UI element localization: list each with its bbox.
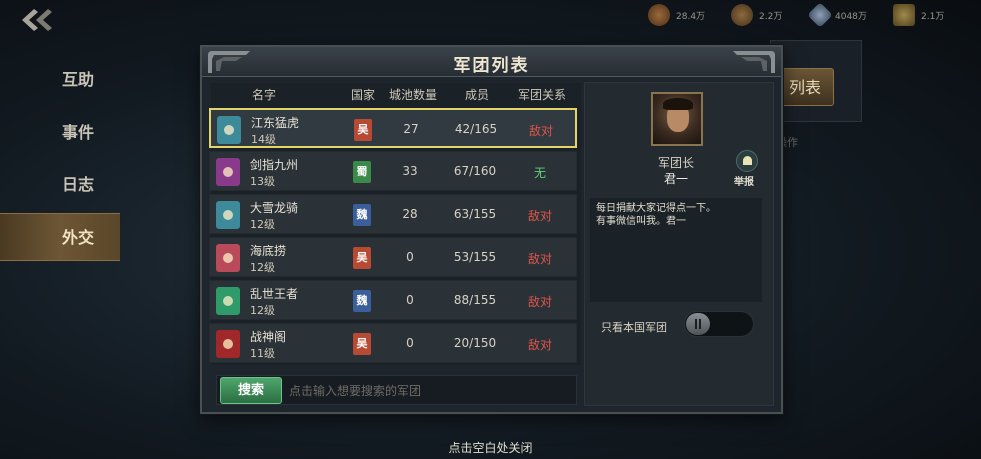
legion-relation: 敌对: [527, 295, 552, 309]
column-header-nation: 国家: [351, 88, 376, 102]
leader-name: 君一: [663, 172, 688, 186]
column-header-cities: 城池数量: [389, 88, 438, 102]
member-count: 42/165: [454, 122, 498, 136]
nation-flag-icon: 吴: [353, 247, 371, 269]
nav-item-log[interactable]: 日志: [0, 161, 120, 209]
table-row[interactable]: 战神阁 11级 吴 0 20/150 敌对: [209, 323, 577, 363]
member-count: 67/160: [453, 164, 497, 178]
resource-grain: 2.2万: [731, 3, 782, 27]
legion-name: 江东猛虎: [251, 116, 300, 130]
legion-emblem-icon: [216, 287, 240, 315]
resource-value: 28.4万: [676, 11, 706, 22]
notice-line: 每日捐献大家记得点一下。: [596, 203, 716, 214]
table-row[interactable]: 剑指九州 13级 蜀 33 67/160 无: [209, 151, 577, 191]
nation-flag-icon: 魏: [353, 290, 371, 312]
legion-level: 12级: [250, 261, 275, 274]
report-icon[interactable]: [736, 150, 758, 172]
legion-name: 战神阁: [250, 330, 287, 344]
resource-gold: 2.1万: [893, 3, 944, 27]
city-count: 0: [406, 250, 414, 264]
nation-flag-icon: 魏: [353, 204, 371, 226]
legion-emblem-icon: [216, 201, 240, 229]
legion-level: 12级: [250, 218, 275, 231]
city-count: 0: [406, 336, 414, 350]
nav-item-diplomacy[interactable]: 外交: [0, 213, 120, 261]
legion-notice: 每日捐献大家记得点一下。 有事微信叫我。君一: [590, 198, 762, 302]
legion-name: 海底捞: [250, 244, 287, 258]
legion-name: 大雪龙骑: [250, 201, 299, 215]
resource-value: 4048万: [835, 11, 867, 22]
table-row[interactable]: 海底捞 12级 吴 0 53/155 敌对: [209, 237, 577, 277]
legion-name: 剑指九州: [250, 158, 299, 172]
city-count: 33: [402, 164, 418, 178]
legion-emblem-icon: [216, 244, 240, 272]
nav-item-mutual-aid[interactable]: 互助: [0, 56, 120, 104]
resource-value: 2.1万: [921, 11, 945, 22]
member-count: 20/150: [453, 336, 497, 350]
close-hint[interactable]: 点击空白处关闭: [0, 439, 981, 456]
legion-level: 12级: [250, 304, 275, 317]
legion-level: 14级: [251, 133, 276, 146]
legion-emblem-icon: [217, 116, 241, 144]
table-row[interactable]: 江东猛虎 14级 吴 27 42/165 敌对: [209, 108, 577, 148]
table-row[interactable]: 乱世王者 12级 魏 0 88/155 敌对: [209, 280, 577, 320]
member-count: 63/155: [453, 207, 497, 221]
city-count: 27: [403, 122, 419, 136]
own-nation-filter-label: 只看本国军团: [601, 321, 667, 334]
modal-title: 军团列表: [453, 56, 530, 76]
column-header-relation: 军团关系: [518, 88, 567, 102]
table-row[interactable]: 大雪龙骑 12级 魏 28 63/155 敌对: [209, 194, 577, 234]
resource-crystal: 4048万: [807, 2, 867, 28]
grain-icon: [731, 4, 753, 26]
legion-level: 11级: [250, 347, 275, 360]
city-count: 28: [402, 207, 418, 221]
search-input[interactable]: [289, 381, 569, 401]
copper-icon: [648, 4, 670, 26]
nation-flag-icon: 吴: [354, 119, 372, 141]
resource-value: 2.2万: [759, 11, 783, 22]
city-count: 0: [406, 293, 414, 307]
back-arrow-icon[interactable]: [18, 6, 56, 34]
member-count: 88/155: [453, 293, 497, 307]
leader-hair: [663, 98, 693, 110]
legion-relation: 无: [533, 166, 546, 180]
crystal-icon: [807, 2, 833, 28]
resource-copper: 28.4万: [648, 3, 705, 27]
legion-relation: 敌对: [528, 124, 553, 138]
notice-line: 有事微信叫我。君一: [596, 216, 686, 227]
report-label[interactable]: 举报: [734, 173, 754, 188]
modal-header: 军团列表: [202, 47, 781, 77]
leader-title: 军团长: [657, 156, 694, 170]
legion-name: 乱世王者: [250, 287, 299, 301]
nation-flag-icon: 吴: [353, 333, 371, 355]
leader-portrait: [651, 92, 703, 146]
nation-flag-icon: 蜀: [353, 161, 371, 183]
column-header-name: 名字: [252, 88, 277, 102]
search-bar: 搜索: [216, 375, 577, 405]
member-count: 53/155: [453, 250, 497, 264]
legion-relation: 敌对: [527, 209, 552, 223]
toggle-knob[interactable]: [686, 313, 710, 335]
legion-level: 13级: [250, 175, 275, 188]
legion-emblem-icon: [216, 158, 240, 186]
column-header-members: 成员: [465, 88, 490, 102]
legion-relation: 敌对: [527, 252, 552, 266]
legion-emblem-icon: [216, 330, 240, 358]
legion-relation: 敌对: [527, 338, 552, 352]
nav-item-events[interactable]: 事件: [0, 109, 120, 157]
search-button[interactable]: 搜索: [220, 377, 282, 404]
background-list-button: 列表: [776, 68, 834, 106]
own-nation-filter-toggle[interactable]: [684, 311, 754, 337]
gold-icon: [893, 4, 915, 26]
corner-ornament-icon: [733, 51, 775, 73]
